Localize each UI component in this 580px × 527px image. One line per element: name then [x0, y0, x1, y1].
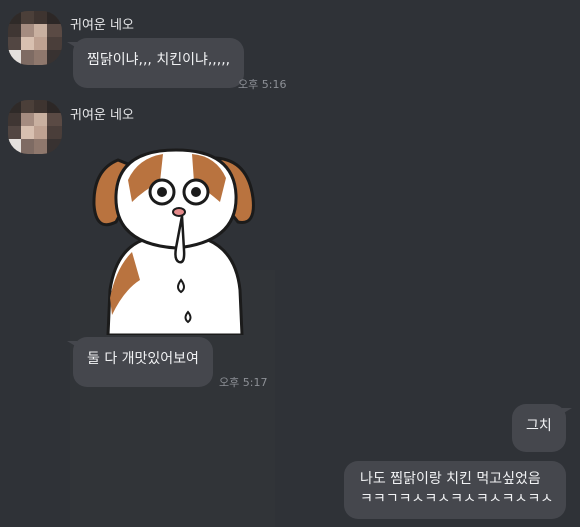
sender-name: 귀여운 네오 [70, 18, 134, 33]
chat-window: 귀여운 네오 찜닭이냐,,, 치킨이냐,,,,, 오후 5:16 귀여운 네오 [0, 0, 580, 527]
message-text: 찜닭이냐,,, 치킨이냐,,,,, [87, 52, 231, 68]
avatar[interactable] [8, 100, 62, 154]
dog-drooling-sticker[interactable] [88, 140, 260, 335]
my-message-bubble[interactable]: 나도 찜닭이랑 치킨 먹고싶었음 ㅋㅋㄱㅋㅅㅋㅅㅋㅅㅋㅅㅋㅅㅋㅅ [344, 461, 566, 519]
my-message-bubble[interactable]: 그치 [512, 404, 572, 452]
avatar-image [8, 11, 62, 65]
message-bubble[interactable]: 둘 다 개맛있어보여 [67, 337, 213, 387]
avatar[interactable] [8, 11, 62, 65]
message-bubble[interactable]: 찜닭이냐,,, 치킨이냐,,,,, [66, 38, 245, 88]
message-time: 오후 5:16 [238, 78, 287, 91]
message-text-line: 나도 찜닭이랑 치킨 먹고싶었음 [360, 471, 541, 487]
message-text: 그치 [526, 418, 552, 434]
message-text-line: ㅋㅋㄱㅋㅅㅋㅅㅋㅅㅋㅅㅋㅅㅋㅅ [360, 491, 554, 507]
sender-name: 귀여운 네오 [70, 108, 134, 123]
message-text: 둘 다 개맛있어보여 [87, 351, 199, 367]
message-time: 오후 5:17 [219, 376, 268, 389]
avatar-image [8, 100, 62, 154]
